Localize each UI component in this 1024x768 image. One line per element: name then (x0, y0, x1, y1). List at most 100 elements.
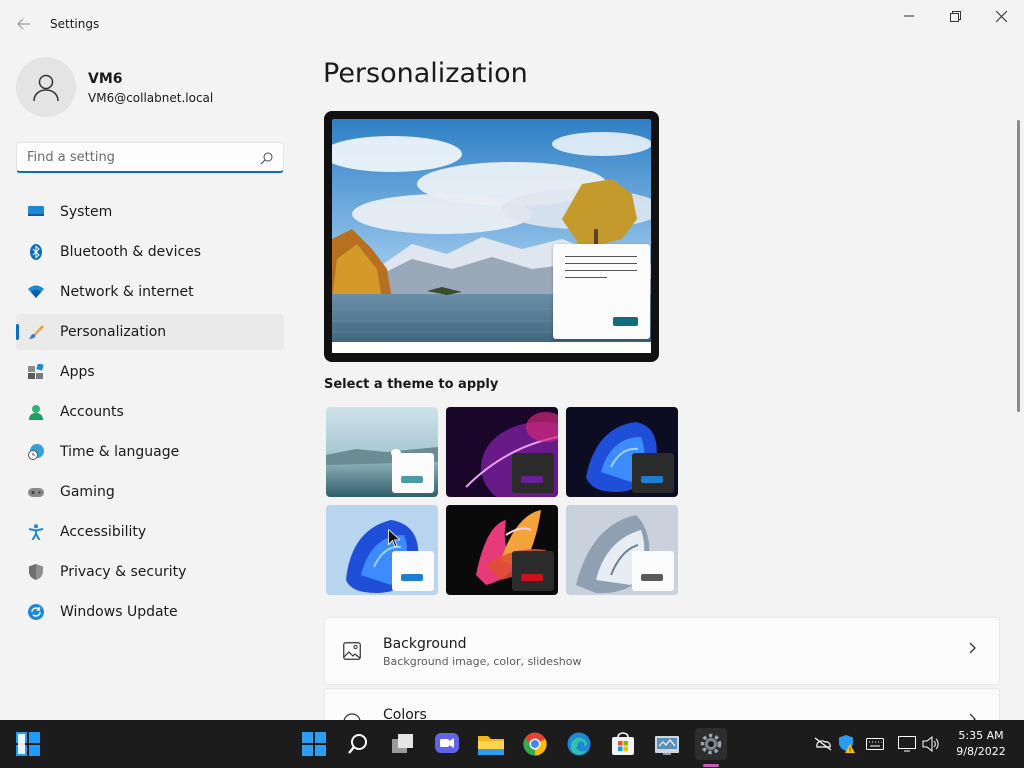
security-warning-icon[interactable]: ! (838, 735, 856, 753)
task-view-icon[interactable] (387, 728, 419, 760)
sidebar-item-personalization[interactable]: Personalization (16, 314, 284, 350)
theme-flow[interactable] (566, 505, 678, 595)
brush-icon (28, 324, 44, 340)
theme-accent-bar (521, 476, 543, 483)
theme-accent-bar (641, 476, 663, 483)
theme-mini-window (512, 551, 554, 591)
background-setting-card[interactable]: Background Background image, color, slid… (324, 617, 1000, 685)
sidebar-item-label: Accounts (60, 404, 124, 420)
title-bar: Settings (0, 0, 1024, 48)
active-app-indicator (703, 764, 719, 767)
chrome-icon[interactable] (519, 728, 551, 760)
clock[interactable]: 5:35 AM 9/8/2022 (950, 728, 1012, 760)
sidebar-item-label: Network & internet (60, 284, 194, 300)
taskbar: ! 5:35 AM 9/8/2022 (0, 720, 1024, 768)
sidebar-item-system[interactable]: System (16, 194, 284, 230)
user-email: VM6@collabnet.local (88, 91, 214, 105)
app-title: Settings (50, 17, 100, 31)
update-icon (28, 604, 44, 620)
scrollbar[interactable] (1017, 120, 1020, 412)
monitor-icon (28, 204, 44, 220)
gamepad-icon (28, 484, 44, 500)
start-icon[interactable] (298, 728, 330, 760)
search-icon[interactable] (342, 728, 374, 760)
mouse-cursor-icon (388, 528, 402, 551)
store-icon[interactable] (607, 728, 639, 760)
preview-accent-button (613, 317, 638, 326)
theme-lake[interactable] (326, 407, 438, 497)
sidebar-item-gaming[interactable]: Gaming (16, 474, 284, 510)
sidebar-item-label: Time & language (60, 444, 180, 460)
card-title: Background (383, 636, 467, 652)
sidebar-item-bluetooth-devices[interactable]: Bluetooth & devices (16, 234, 284, 270)
sidebar-item-label: System (60, 204, 113, 220)
sidebar-item-label: Personalization (60, 324, 167, 340)
control-panel-icon[interactable] (651, 728, 683, 760)
search-icon[interactable] (260, 150, 273, 169)
bluetooth-icon (28, 244, 44, 260)
page-title: Personalization (323, 58, 528, 89)
keyboard-icon[interactable] (866, 735, 884, 753)
chevron-right-icon (969, 642, 977, 658)
clock-time: 5:35 AM (958, 729, 1004, 742)
sidebar-item-label: Apps (60, 364, 95, 380)
theme-mini-window (392, 453, 434, 493)
apps-icon (28, 363, 44, 380)
theme-mini-window (632, 551, 674, 591)
theme-accent-bar (521, 574, 543, 581)
shield-icon (28, 564, 44, 580)
file-explorer-icon[interactable] (475, 728, 507, 760)
sidebar-item-windows-update[interactable]: Windows Update (16, 594, 284, 630)
sidebar-item-label: Bluetooth & devices (60, 244, 202, 260)
sidebar-item-privacy-security[interactable]: Privacy & security (16, 554, 284, 590)
wallpaper-preview (332, 119, 651, 342)
display-icon[interactable] (898, 735, 916, 753)
avatar (16, 57, 76, 117)
theme-accent-bar (641, 574, 663, 581)
theme-mini-window (392, 551, 434, 591)
sidebar-nav: System Bluetooth & devices Network & int… (16, 194, 284, 634)
theme-bloom-dark[interactable] (566, 407, 678, 497)
image-icon (343, 642, 361, 664)
card-subtitle: Background image, color, slideshow (383, 655, 582, 668)
wifi-icon (28, 284, 44, 300)
sidebar-item-apps[interactable]: Apps (16, 354, 284, 390)
theme-mini-window (632, 453, 674, 493)
theme-captured-motion[interactable] (446, 505, 558, 595)
back-arrow-icon[interactable] (12, 12, 36, 36)
sidebar-item-label: Gaming (60, 484, 115, 500)
theme-accent-bar (401, 476, 423, 483)
sidebar-item-label: Windows Update (60, 604, 178, 620)
theme-accent-bar (401, 574, 423, 581)
network-off-icon[interactable] (814, 735, 832, 753)
theme-glow[interactable] (446, 407, 558, 497)
theme-preview (324, 111, 659, 362)
edge-icon[interactable] (563, 728, 595, 760)
svg-text:!: ! (849, 747, 851, 753)
clock-date: 9/8/2022 (956, 745, 1006, 758)
settings-icon[interactable] (695, 728, 727, 760)
sidebar-item-accounts[interactable]: Accounts (16, 394, 284, 430)
sidebar-item-network-internet[interactable]: Network & internet (16, 274, 284, 310)
theme-bloom-light[interactable] (326, 505, 438, 595)
theme-section-label: Select a theme to apply (324, 377, 499, 392)
sidebar-item-accessibility[interactable]: Accessibility (16, 514, 284, 550)
chat-icon[interactable] (431, 728, 463, 760)
accessibility-icon (28, 524, 44, 541)
sidebar-item-label: Privacy & security (60, 564, 187, 580)
minimize-icon[interactable] (886, 0, 932, 32)
preview-window-mock (553, 244, 650, 339)
sidebar-item-time-language[interactable]: Time & language (16, 434, 284, 470)
search-box[interactable] (16, 142, 284, 173)
search-input[interactable] (27, 148, 247, 166)
account-icon (28, 404, 44, 420)
windows-start-icon[interactable] (12, 728, 44, 760)
clock-globe-icon (28, 444, 44, 460)
person-icon (33, 74, 59, 102)
restore-icon[interactable] (932, 0, 978, 32)
theme-mini-window (512, 453, 554, 493)
user-name: VM6 (88, 71, 123, 87)
close-icon[interactable] (978, 0, 1024, 32)
sidebar-item-label: Accessibility (60, 524, 147, 540)
volume-icon[interactable] (922, 735, 940, 753)
